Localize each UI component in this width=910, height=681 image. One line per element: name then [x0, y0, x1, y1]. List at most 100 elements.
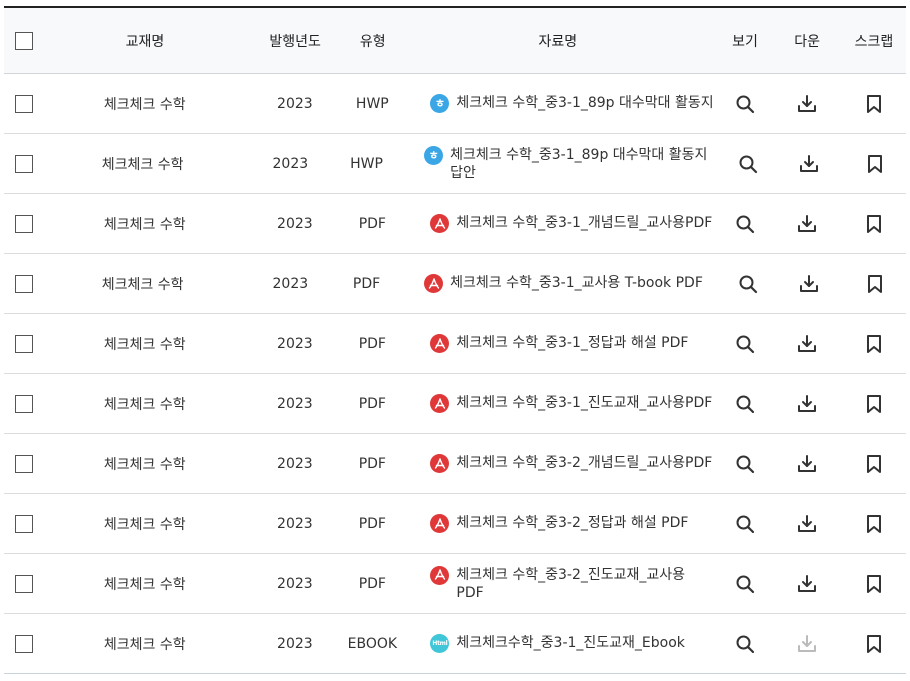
row-download-cell [772, 453, 842, 475]
download-button[interactable] [796, 333, 818, 355]
scrap-button[interactable] [863, 393, 885, 415]
download-button[interactable] [796, 93, 818, 115]
row-download-cell [772, 633, 842, 655]
row-checkbox[interactable] [15, 454, 33, 473]
row-scrap-cell [843, 153, 906, 175]
scrap-button[interactable] [863, 93, 885, 115]
view-button[interactable] [734, 93, 756, 115]
pdf-icon [434, 569, 446, 580]
row-type: PDF [358, 575, 386, 592]
download-button[interactable] [796, 573, 818, 595]
row-year: 2023 [272, 155, 309, 172]
search-icon [736, 215, 755, 233]
download-button[interactable] [798, 153, 820, 175]
row-checkbox[interactable] [15, 154, 33, 173]
scrap-button[interactable] [864, 153, 886, 175]
view-button[interactable] [734, 213, 756, 235]
row-type: PDF [358, 455, 386, 472]
row-year: 2023 [277, 635, 313, 652]
file-name-link[interactable]: 체크체크 수학_중3-1_89p 대수막대 활동지 [456, 94, 713, 112]
row-book: 체크체크 수학 [103, 216, 186, 233]
row-checkbox[interactable] [15, 274, 33, 293]
row-checkbox-cell [4, 94, 43, 113]
file-name-link[interactable]: 체크체크 수학_중3-2_진도교재_교사용 PDF [456, 566, 714, 602]
pdf-file-icon [424, 274, 444, 293]
table-header: 교재명 발행년도 유형 자료명 보기 다운 스크랩 [4, 8, 906, 74]
row-book: 체크체크 수학 [103, 516, 186, 533]
pdf-icon [428, 277, 439, 289]
file-name-link[interactable]: 체크체크 수학_중3-1_정답과 해설 PDF [456, 334, 688, 352]
download-icon [798, 214, 817, 232]
row-year: 2023 [277, 395, 313, 412]
download-button[interactable] [796, 513, 818, 535]
scrap-button[interactable] [863, 333, 885, 355]
row-checkbox[interactable] [15, 574, 33, 593]
table-row: 체크체크 수학 2023 PDF 체크체크 수학_중3-1_개념드릴_교사용PD… [4, 194, 906, 254]
view-button[interactable] [734, 393, 756, 415]
row-checkbox-cell [4, 154, 43, 173]
row-checkbox[interactable] [15, 214, 33, 233]
download-button[interactable] [796, 393, 818, 415]
download-icon [798, 454, 817, 472]
download-icon [798, 574, 817, 592]
scrap-button[interactable] [863, 213, 885, 235]
scrap-button[interactable] [863, 453, 885, 475]
scrap-button[interactable] [863, 573, 885, 595]
file-name-link[interactable]: 체크체크 수학_중3-1_개념드릴_교사용PDF [456, 214, 712, 232]
row-checkbox-cell [4, 574, 43, 593]
file-name-link[interactable]: 체크체크 수학_중3-1_진도교재_교사용PDF [456, 394, 712, 412]
row-name-cell: 체크체크 수학_중3-2_진도교재_교사용 PDF [401, 565, 714, 602]
row-book: 체크체크 수학 [103, 96, 186, 113]
pdf-icon [434, 457, 446, 469]
view-button[interactable] [734, 453, 756, 475]
download-button[interactable] [796, 453, 818, 475]
view-button[interactable] [734, 513, 756, 535]
file-name-link[interactable]: 체크체크 수학_중3-1_89p 대수막대 활동지 답안 [450, 146, 720, 182]
download-icon [798, 394, 817, 412]
view-button[interactable] [737, 273, 759, 295]
download-button[interactable] [796, 213, 818, 235]
row-checkbox-cell [4, 454, 43, 473]
table-row: 체크체크 수학 2023 PDF 체크체크 수학_중3-1_정답과 해설 PDF [4, 314, 906, 374]
scrap-button[interactable] [863, 633, 885, 655]
download-icon [799, 274, 818, 292]
row-year: 2023 [277, 335, 313, 352]
scrap-button[interactable] [864, 273, 886, 295]
file-name-link[interactable]: 체크체크 수학_중3-2_정답과 해설 PDF [456, 514, 688, 532]
row-book: 체크체크 수학 [103, 456, 186, 473]
row-type: PDF [358, 395, 386, 412]
pdf-icon [434, 397, 446, 409]
file-name-link[interactable]: 체크체크수학_중3-1_진도교재_Ebook [456, 634, 685, 652]
download-button[interactable] [798, 273, 820, 295]
view-button[interactable] [734, 333, 756, 355]
table-row: 체크체크 수학 2023 PDF 체크체크 수학_중3-1_진도교재_교사용PD… [4, 374, 906, 434]
row-view-cell [717, 153, 774, 175]
file-name-link[interactable]: 체크체크 수학_중3-1_교사용 T-book PDF [450, 274, 720, 292]
table-row: 체크체크 수학 2023 PDF 체크체크 수학_중3-1_교사용 T-book… [4, 254, 906, 314]
row-checkbox-cell [4, 634, 43, 653]
row-checkbox[interactable] [15, 514, 33, 533]
row-type: PDF [358, 335, 386, 352]
view-button[interactable] [737, 153, 759, 175]
file-name-link[interactable]: 체크체크 수학_중3-2_개념드릴_교사용PDF [456, 454, 712, 472]
download-button [796, 633, 818, 655]
select-all-checkbox[interactable] [15, 31, 33, 50]
row-checkbox[interactable] [15, 334, 33, 353]
row-type: PDF [358, 215, 386, 232]
bookmark-icon [867, 214, 882, 233]
row-name-cell: Html 체크체크수학_중3-1_진도교재_Ebook [401, 634, 714, 653]
table-row: 체크체크 수학 2023 EBOOK Html 체크체크수학_중3-1_진도교재… [4, 614, 906, 674]
row-download-cell [772, 93, 842, 115]
row-download-cell [772, 573, 842, 595]
row-scrap-cell [842, 573, 906, 595]
download-icon [798, 514, 817, 532]
view-button[interactable] [734, 633, 756, 655]
row-name-cell: 체크체크 수학_중3-2_정답과 해설 PDF [401, 514, 714, 533]
scrap-button[interactable] [863, 513, 885, 535]
header-download: 다운 [794, 33, 820, 50]
search-icon [736, 95, 755, 113]
row-checkbox[interactable] [15, 634, 33, 653]
view-button[interactable] [734, 573, 756, 595]
row-checkbox[interactable] [15, 94, 33, 113]
row-checkbox[interactable] [15, 394, 33, 413]
